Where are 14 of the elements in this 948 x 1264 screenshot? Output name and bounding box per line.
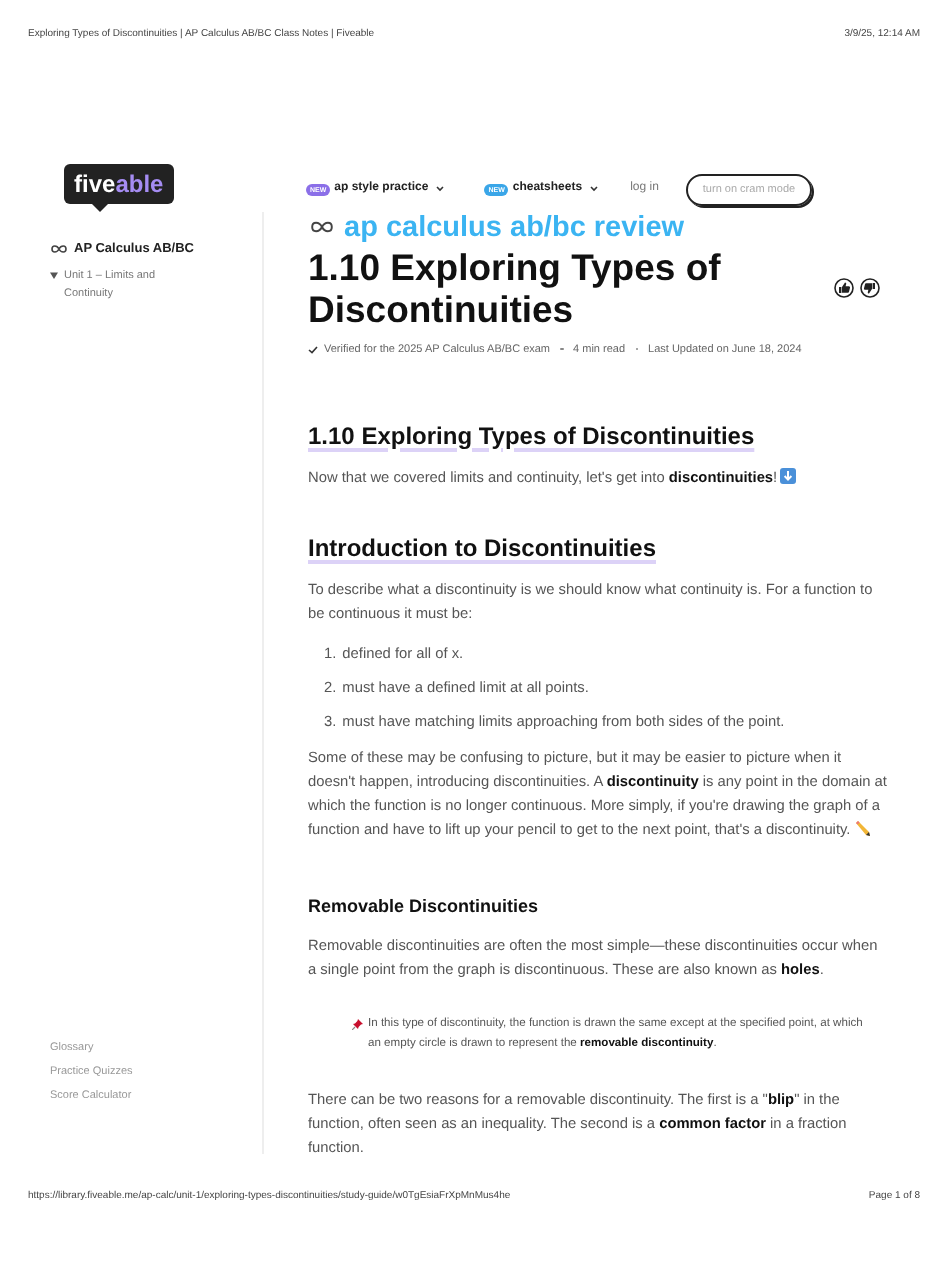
subsection-heading: Removable Discontinuities (308, 893, 541, 920)
thumbs-up-icon[interactable] (834, 277, 854, 297)
chevron-down-icon (590, 186, 599, 193)
pushpin-icon (352, 1018, 364, 1031)
infinity-icon (50, 243, 68, 254)
check-icon (308, 345, 318, 354)
down-arrow-icon (779, 467, 796, 484)
section-heading: Introduction to Discontinuities (308, 533, 658, 564)
section-heading: 1.10 Exploring Types of Discontinuities (308, 421, 757, 452)
infinity-icon (308, 220, 336, 234)
article-title: 1.10 Exploring Types of Discontinuities (308, 245, 723, 329)
chevron-down-icon (436, 186, 445, 193)
pencil-icon (854, 819, 871, 836)
thumbs-down-icon[interactable] (860, 277, 880, 297)
